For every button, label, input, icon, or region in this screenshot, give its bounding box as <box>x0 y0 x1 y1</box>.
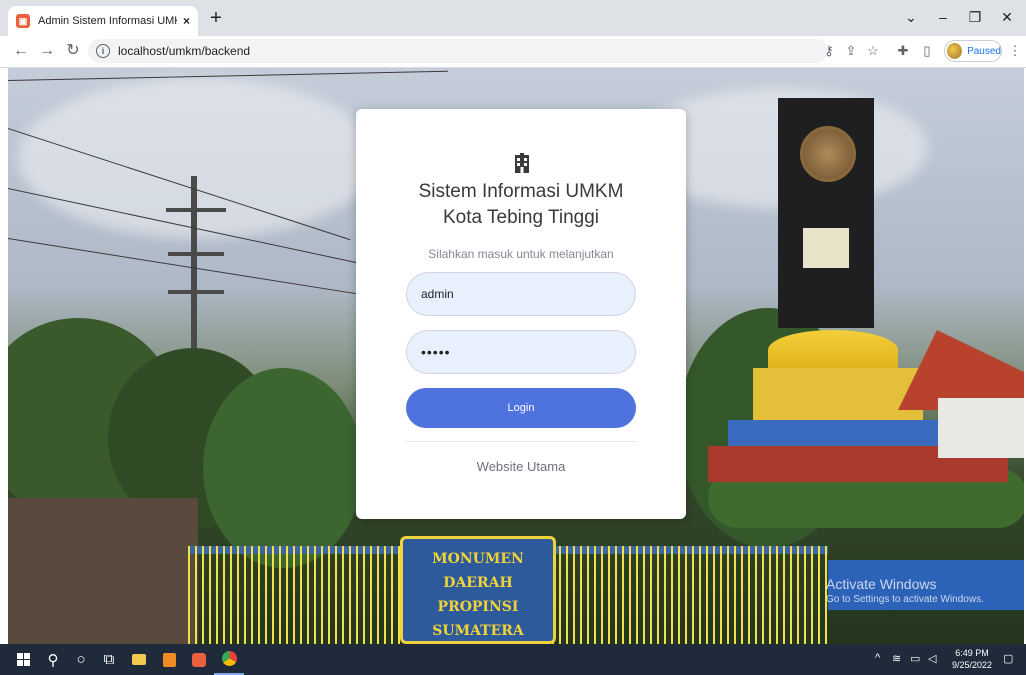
login-button[interactable]: Login <box>406 388 636 428</box>
monument-plate <box>803 228 849 268</box>
windows-start-icon[interactable] <box>8 644 38 675</box>
sign-text: MONUMEN DAERAH PROPINSI SUMATERA UTARA <box>432 551 524 639</box>
utility-pole-crossarm <box>166 208 226 212</box>
bookmark-star-icon[interactable]: ☆ <box>864 42 882 60</box>
forward-arrow-icon[interactable]: → <box>36 40 58 62</box>
new-tab-button[interactable]: + <box>204 7 228 31</box>
watermark-title: Activate Windows <box>826 576 937 592</box>
password-key-icon[interactable]: ⚷ <box>820 42 838 60</box>
watermark-subtitle: Go to Settings to activate Windows. <box>826 594 984 605</box>
cortana-icon[interactable]: ○ <box>66 644 96 675</box>
divider <box>406 441 636 442</box>
login-subtitle: Silahkan masuk untuk melanjutkan <box>428 247 614 261</box>
login-card: Sistem Informasi UMKM Kota Tebing Tinggi… <box>356 109 686 519</box>
chrome-icon[interactable] <box>214 644 244 675</box>
site-info-icon[interactable]: i <box>96 44 110 58</box>
browser-tab[interactable]: ▣ Admin Sistem Informasi UMKM × <box>8 6 198 36</box>
app-title-line1: Sistem Informasi UMKM <box>418 181 624 202</box>
menu-kebab-icon[interactable]: ⋮ <box>1006 42 1024 60</box>
monument-emblem <box>800 126 856 182</box>
wifi-icon[interactable]: ≋ <box>892 652 901 665</box>
tab-search-dropdown-icon[interactable]: ⌄ <box>894 6 928 28</box>
restore-button[interactable]: ❐ <box>958 6 992 28</box>
site-favicon-icon: ▣ <box>16 14 30 28</box>
profile-button[interactable]: Paused <box>944 40 1002 62</box>
password-input[interactable] <box>406 330 636 374</box>
windows-activation-watermark: Activate Windows Go to Settings to activ… <box>826 576 984 605</box>
sublime-text-icon[interactable] <box>154 644 184 675</box>
app-title: Sistem Informasi UMKM Kota Tebing Tinggi <box>356 179 686 231</box>
battery-icon[interactable]: ▭ <box>910 652 920 665</box>
browser-tab-bar: ▣ Admin Sistem Informasi UMKM × + ⌄ – ❐ … <box>0 0 1026 36</box>
username-input[interactable] <box>406 272 636 316</box>
xampp-icon[interactable] <box>184 644 214 675</box>
avatar <box>947 43 963 59</box>
website-utama-link[interactable]: Website Utama <box>356 459 686 474</box>
monument-base <box>728 420 968 448</box>
minimize-button[interactable]: – <box>926 6 960 28</box>
volume-icon[interactable]: ◁ <box>928 652 936 665</box>
tray-chevron-icon[interactable]: ^ <box>875 652 880 664</box>
background-cloud <box>18 78 378 238</box>
power-line <box>8 238 364 296</box>
notifications-icon[interactable]: ▢ <box>1003 652 1013 665</box>
utility-pole-crossarm <box>168 252 224 256</box>
building-icon <box>515 153 529 173</box>
file-explorer-icon[interactable] <box>124 644 154 675</box>
share-icon[interactable]: ⇪ <box>842 42 860 60</box>
tree <box>203 368 363 568</box>
close-window-button[interactable]: ✕ <box>990 6 1024 28</box>
utility-pole-crossarm <box>168 290 224 294</box>
side-panel-icon[interactable]: ▯ <box>918 42 936 60</box>
windows-taskbar: ⚲ ○ ⧉ ^ ≋ ▭ ◁ 6:49 PM 9/25/2022 ▢ <box>0 644 1026 675</box>
tab-close-icon[interactable]: × <box>183 14 190 28</box>
monument-base <box>768 330 898 370</box>
roadside-stall <box>8 498 198 644</box>
clock-date: 9/25/2022 <box>951 660 993 670</box>
monument-base <box>753 368 923 424</box>
app-title-line2: Kota Tebing Tinggi <box>443 207 599 228</box>
task-view-icon[interactable]: ⧉ <box>94 644 124 675</box>
reload-icon[interactable]: ↻ <box>62 40 84 62</box>
search-icon[interactable]: ⚲ <box>38 644 68 675</box>
back-arrow-icon[interactable]: ← <box>10 40 32 62</box>
monument-sign: MONUMEN DAERAH PROPINSI SUMATERA UTARA <box>400 536 556 644</box>
tab-title: Admin Sistem Informasi UMKM <box>38 15 177 27</box>
address-bar[interactable]: i localhost/umkm/backend <box>88 39 828 63</box>
system-clock[interactable]: 6:49 PM 9/25/2022 <box>950 647 994 671</box>
house-wall <box>938 398 1024 458</box>
profile-status: Paused <box>967 45 1001 57</box>
url-text: localhost/umkm/backend <box>118 44 251 58</box>
clock-time: 6:49 PM <box>955 648 989 658</box>
browser-toolbar: ← → ↻ i localhost/umkm/backend ⚷ ⇪ ☆ ✚ ▯… <box>0 36 1026 68</box>
extensions-puzzle-icon[interactable]: ✚ <box>894 42 912 60</box>
